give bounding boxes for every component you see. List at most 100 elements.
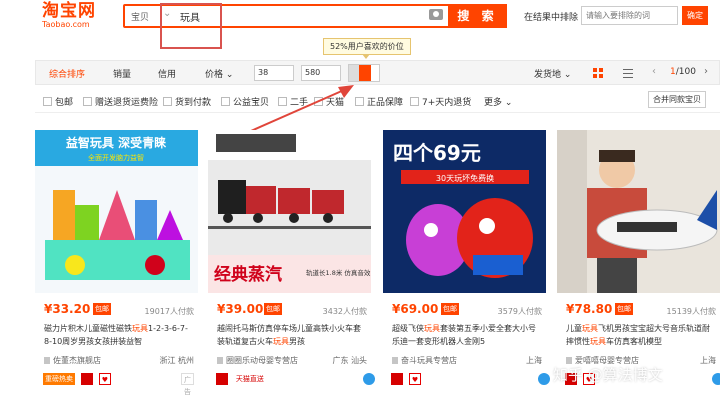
- title-text: 男孩: [289, 337, 305, 346]
- location: 浙江 杭州: [159, 356, 194, 365]
- shop-name[interactable]: 奋斗玩具专营店: [392, 355, 457, 366]
- badges: ♥: [391, 373, 550, 385]
- merge-same-items-button[interactable]: 合并同款宝贝: [648, 91, 706, 108]
- checkbox[interactable]: [410, 97, 419, 106]
- exclude-input[interactable]: [581, 6, 678, 25]
- price-value: 39.00: [225, 302, 264, 316]
- location: 广东 汕头: [332, 356, 367, 365]
- pagination: 1/100: [670, 67, 696, 77]
- title-keyword: 玩具: [582, 324, 598, 333]
- exclude-label: 在结果中排除: [524, 13, 579, 23]
- taobao-logo[interactable]: 淘宝网 Taobao.com: [42, 2, 106, 32]
- ship-from-label: 发货地: [534, 70, 562, 80]
- filter-7day-return[interactable]: 7+天内退货: [410, 95, 471, 108]
- price-preference-tooltip: 52%用户喜欢的价位: [323, 38, 411, 59]
- image-headline: 四个69元: [393, 141, 481, 165]
- product-title[interactable]: 磁力片积木儿童磁性磁铁玩具1-2-3-6-7-8-10周岁男孩女孩拼装益智: [44, 322, 194, 348]
- camera-icon[interactable]: [429, 9, 443, 20]
- image-subline: 轨道长1.8米 仿真音效: [306, 268, 371, 277]
- checkbox[interactable]: [43, 97, 52, 106]
- image-subline: 全面开发脑力益智: [88, 153, 144, 162]
- sort-tab-sales[interactable]: 销量: [113, 67, 131, 80]
- checkbox[interactable]: [221, 97, 230, 106]
- checkbox[interactable]: [163, 97, 172, 106]
- filter-free-shipping[interactable]: 包邮: [43, 95, 73, 108]
- title-keyword: 玩具: [132, 324, 148, 333]
- sold-count: 15139人付款: [666, 307, 716, 316]
- chevron-right-icon[interactable]: ›: [704, 66, 708, 77]
- tmall-icon: [80, 373, 93, 385]
- product-image[interactable]: 四个69元 30天玩坏免费换: [383, 130, 546, 293]
- filter-genuine[interactable]: 正品保障: [355, 95, 403, 108]
- shop-name[interactable]: 佐董杰旗舰店: [44, 355, 101, 366]
- location: 上海: [526, 356, 542, 365]
- info-icon: [712, 373, 720, 385]
- filter-label: 赠送退货运费险: [95, 98, 159, 108]
- logo-domain: Taobao.com: [42, 20, 90, 29]
- sold-count: 19017人付款: [144, 307, 194, 316]
- gift-icon: ♥: [98, 373, 112, 385]
- price-value: 69.00: [400, 302, 439, 316]
- grid-view-icon[interactable]: [593, 68, 603, 78]
- annotation-arrow: [243, 85, 354, 135]
- more-label: 更多: [484, 98, 503, 108]
- product-title[interactable]: 越闹托马斯仿真停车场儿童高铁小火车套装轨道复古火车玩具男孩: [217, 322, 367, 348]
- price-value: 33.20: [52, 302, 91, 316]
- confirm-button[interactable]: 确定: [682, 6, 708, 25]
- list-view-icon[interactable]: [623, 68, 633, 78]
- filter-label: 7+天内退货: [422, 98, 472, 108]
- chevron-down-icon: ⌄: [225, 70, 234, 80]
- title-text: 超级飞侠: [392, 324, 424, 333]
- sort-tab-price[interactable]: 价格 ⌄: [205, 67, 233, 80]
- logo-text: 淘宝网: [42, 1, 96, 21]
- free-shipping-badge: 包邮: [264, 303, 282, 315]
- product-title[interactable]: 儿童玩具飞机男孩宝宝超大号音乐轨道耐摔惯性玩具车仿真客机模型: [566, 322, 716, 348]
- hot-sale-badge: 重磅热卖: [43, 373, 75, 385]
- info-icon: [363, 373, 375, 385]
- image-headline: 益智玩具 深受青睐: [66, 135, 166, 150]
- filter-cod[interactable]: 货到付款: [163, 95, 211, 108]
- title-text: 磁力片积木儿童磁性磁铁: [44, 324, 132, 333]
- gift-icon: ♥: [408, 373, 422, 385]
- filter-return-insurance[interactable]: 赠送退货运费险: [83, 95, 158, 108]
- search-scope-select[interactable]: 宝贝: [131, 10, 149, 23]
- chevron-left-icon[interactable]: ‹: [652, 66, 656, 77]
- tmall-icon: [391, 373, 403, 385]
- location: 上海: [700, 356, 716, 365]
- watermark: 知乎 @算法博文: [553, 366, 663, 384]
- product-price: ¥69.00: [392, 302, 438, 316]
- product-card[interactable]: 经典蒸汽 轨道长1.8米 仿真音效 ¥39.00 包邮 3432人付款 越闹托马…: [208, 130, 375, 408]
- more-filters-dropdown[interactable]: 更多 ⌄: [484, 95, 512, 108]
- badges: 天猫直送: [216, 373, 375, 385]
- title-keyword: 玩具: [273, 337, 289, 346]
- product-price: ¥78.80: [566, 302, 612, 316]
- product-card[interactable]: 益智玩具 深受青睐 全面开发脑力益智 ¥33.20 包邮 19017人付款 磁力…: [35, 130, 200, 408]
- product-price: ¥33.20: [44, 302, 90, 316]
- sold-count: 3432人付款: [322, 307, 367, 316]
- filter-label: 正品保障: [367, 98, 404, 108]
- product-image[interactable]: [557, 130, 720, 293]
- ship-from-dropdown[interactable]: 发货地 ⌄: [534, 67, 571, 80]
- sort-bar: 综合排序 销量 信用 价格 ⌄ 38 - 580 发货地 ⌄ ‹ 1/100 ›: [35, 60, 720, 85]
- search-bar: 宝贝 ⌄ 玩具 搜 索: [123, 3, 507, 49]
- product-card[interactable]: 四个69元 30天玩坏免费换 ¥69.00 包邮 3579人付款 超级飞侠玩具套…: [383, 130, 550, 408]
- distribution-preferred-range: [359, 65, 371, 81]
- price-value: 78.80: [574, 302, 613, 316]
- title-keyword: 玩具: [424, 324, 440, 333]
- title-text: 车仿真客机模型: [606, 337, 662, 346]
- search-button[interactable]: 搜 索: [448, 4, 507, 28]
- sort-tab-credit[interactable]: 信用: [158, 67, 176, 80]
- sort-tab-default[interactable]: 综合排序: [49, 67, 85, 80]
- tmall-direct-badge: 天猫直送: [235, 375, 264, 383]
- title-keyword: 玩具: [590, 337, 606, 346]
- ad-badge: 广告: [181, 373, 194, 396]
- free-shipping-badge: 包邮: [441, 303, 459, 315]
- info-icon: [538, 373, 550, 385]
- search-input[interactable]: 玩具: [180, 9, 200, 24]
- product-title[interactable]: 超级飞侠玩具套装第五季小爱全套大小号乐迪一套变形机器人金刚5: [392, 322, 542, 348]
- shop-name[interactable]: 圈圈乐动母婴专营店: [217, 355, 298, 366]
- product-image[interactable]: 经典蒸汽 轨道长1.8米 仿真音效: [208, 130, 371, 293]
- product-image[interactable]: 益智玩具 深受青睐 全面开发脑力益智: [35, 130, 198, 293]
- checkbox[interactable]: [83, 97, 92, 106]
- filter-label: 包邮: [55, 98, 74, 108]
